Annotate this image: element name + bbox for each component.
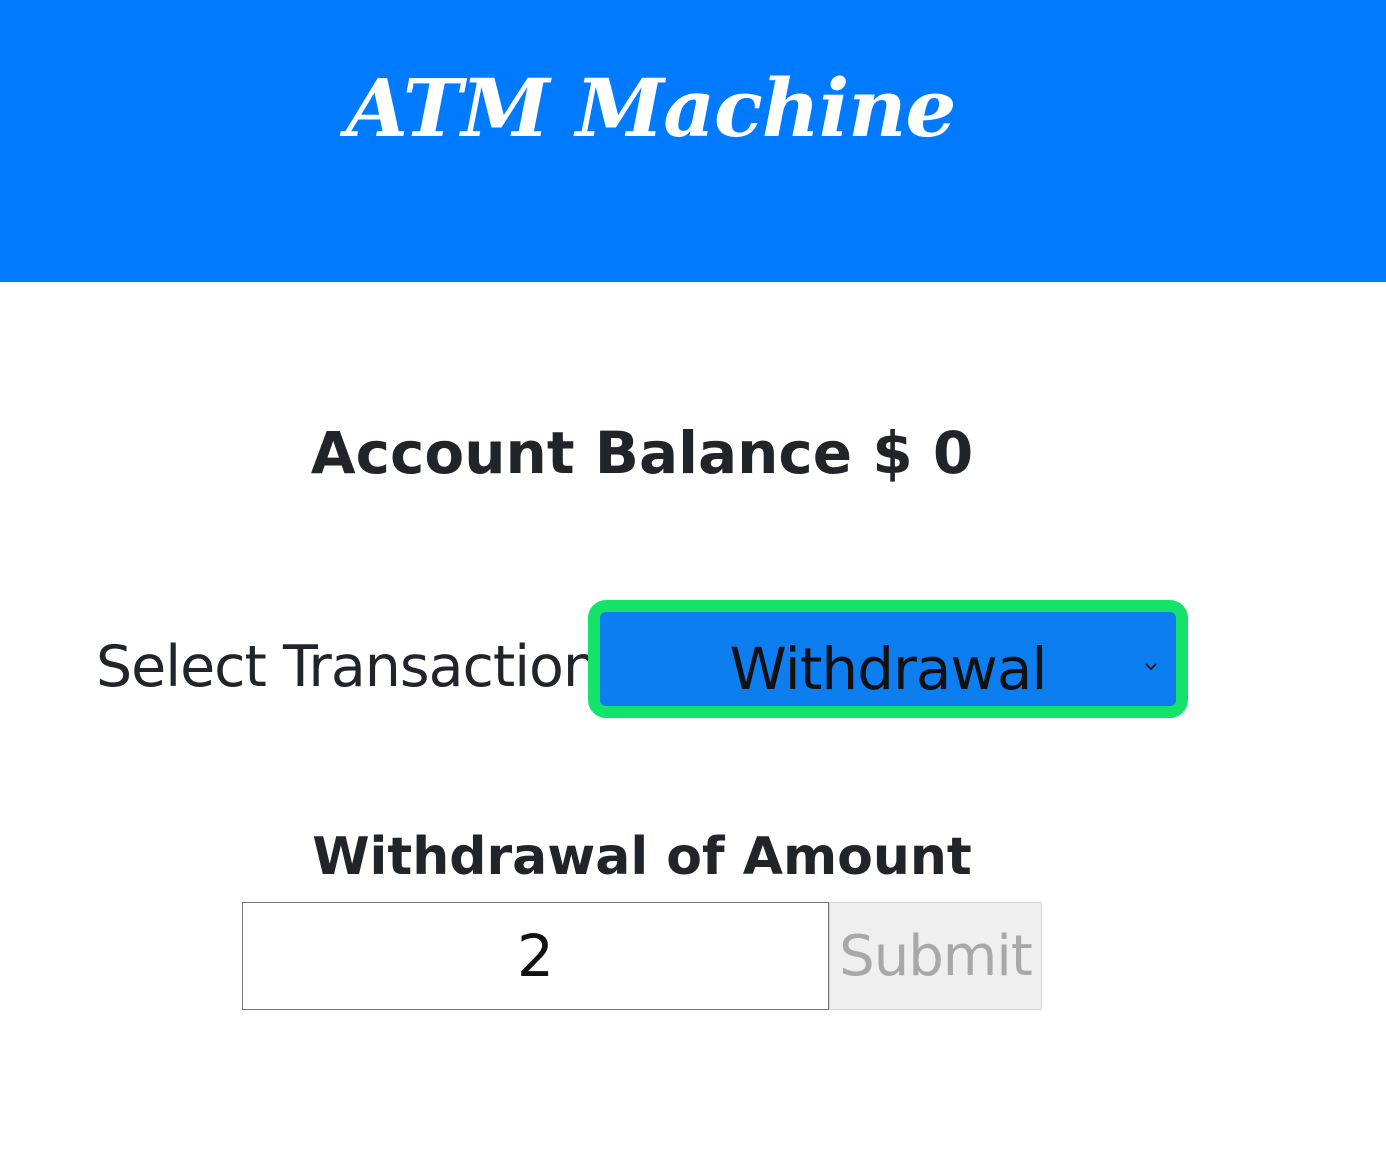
select-transaction-label: Select Transaction xyxy=(96,634,599,700)
withdrawal-amount-heading: Withdrawal of Amount xyxy=(312,827,972,887)
submit-button[interactable]: Submit xyxy=(829,902,1042,1010)
transaction-select[interactable]: Withdrawal xyxy=(588,600,1188,718)
chevron-down-icon xyxy=(1145,663,1157,671)
header-bar: ATM Machine xyxy=(0,0,1386,282)
transaction-select-value: Withdrawal xyxy=(729,635,1048,703)
account-balance: Account Balance $ 0 xyxy=(310,419,974,487)
app-title: ATM Machine xyxy=(346,61,956,155)
amount-input[interactable] xyxy=(242,902,829,1010)
